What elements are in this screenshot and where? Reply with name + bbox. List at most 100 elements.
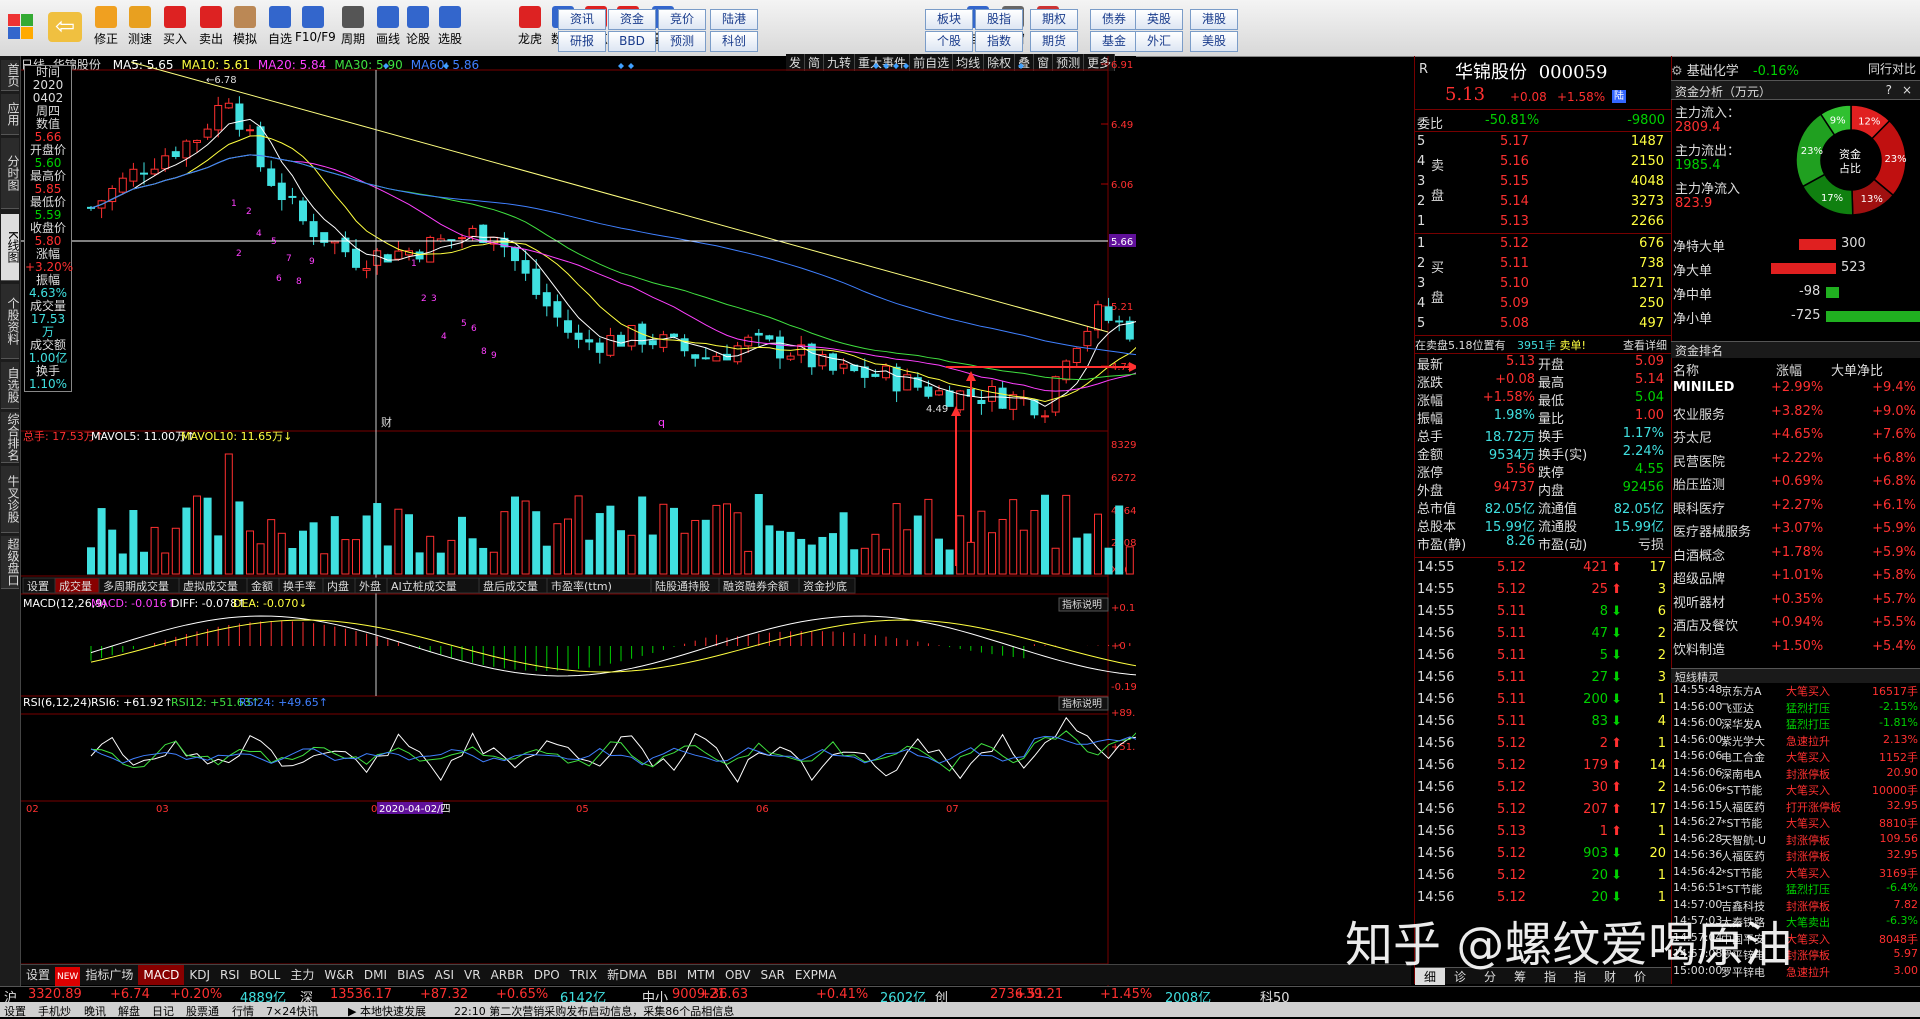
- book-row[interactable]: 1 5.12 676: [1415, 236, 1670, 255]
- short-row[interactable]: 14:56:06 深南电A 封涨停板 20.90: [1671, 766, 1920, 782]
- toolbar-button-7[interactable]: 周期: [335, 6, 371, 52]
- book-row[interactable]: 1 5.13 2266: [1415, 214, 1670, 233]
- toolbar-button-3[interactable]: 卖出: [193, 6, 229, 52]
- rank-row[interactable]: MINILED +2.99% +9.4%: [1671, 377, 1920, 399]
- short-row[interactable]: 14:56:06 电工合金 大笔买入 1152手: [1671, 749, 1920, 765]
- pending-order-row[interactable]: 在卖盘5.18位置有 3951手 卖单! 查看详细: [1415, 337, 1671, 353]
- same-industry-link[interactable]: 同行对比: [1868, 60, 1916, 77]
- rank-row[interactable]: 芬太尼 +4.65% +7.6%: [1671, 424, 1920, 446]
- grid-button-r1-8[interactable]: 英股: [1135, 9, 1183, 30]
- help-icon[interactable]: ?: [1886, 83, 1892, 97]
- toolbar-button-9[interactable]: 论股: [400, 6, 436, 52]
- toolbar-button-6[interactable]: F10/F9: [295, 6, 336, 52]
- indicator-tab-7[interactable]: 主力: [285, 965, 319, 985]
- short-row[interactable]: 14:56:27 *ST节能 大笔买入 8810手: [1671, 815, 1920, 831]
- grid-button-r1-7[interactable]: 债券: [1090, 9, 1138, 30]
- book-row[interactable]: 3 5.15 4048: [1415, 174, 1670, 193]
- left-tab-1[interactable]: 应用: [1, 94, 20, 135]
- detail-link[interactable]: 查看详细: [1623, 337, 1667, 353]
- indicator-tab-1[interactable]: NEW: [55, 967, 81, 987]
- rank-row[interactable]: 酒店及餐饮 +0.94% +5.5%: [1671, 612, 1920, 634]
- rank-row[interactable]: 饮料制造 +1.50% +5.4%: [1671, 636, 1920, 658]
- rank-row[interactable]: 超级品牌 +1.01% +5.8%: [1671, 565, 1920, 587]
- close-icon[interactable]: ×: [1902, 83, 1912, 97]
- indicator-tab-11[interactable]: ASI: [430, 965, 459, 985]
- book-row[interactable]: 3 5.10 1271: [1415, 276, 1670, 295]
- book-row[interactable]: 4 5.09 250: [1415, 296, 1670, 315]
- grid-button-r1-5[interactable]: 股指: [975, 9, 1023, 30]
- indicator-tab-14[interactable]: DPO: [529, 965, 565, 985]
- rank-row[interactable]: 农业服务 +3.82% +9.0%: [1671, 401, 1920, 423]
- toolbar-button-11[interactable]: 龙虎: [512, 6, 548, 52]
- grid-button-r1-4[interactable]: 板块: [925, 9, 973, 30]
- short-row[interactable]: 14:56:06 *ST节能 大笔买入 10000手: [1671, 782, 1920, 798]
- grid-button-r1-3[interactable]: 陆港: [710, 9, 758, 30]
- indicator-tab-12[interactable]: VR: [459, 965, 486, 985]
- grid-button-r1-2[interactable]: 竞价: [658, 9, 706, 30]
- left-tab-4[interactable]: 个股资料: [1, 284, 20, 359]
- indicator-tab-0[interactable]: 设置: [21, 965, 55, 985]
- short-row[interactable]: 14:56:15 人福医药 打开涨停板 32.95: [1671, 799, 1920, 815]
- indicator-tab-6[interactable]: BOLL: [245, 965, 286, 985]
- short-row[interactable]: 14:55:48 京东方A 大笔买入 16517手: [1671, 683, 1920, 699]
- indicator-tab-15[interactable]: TRIX: [565, 965, 602, 985]
- short-row[interactable]: 14:56:42 *ST节能 大笔买入 3169手: [1671, 865, 1920, 881]
- short-row[interactable]: 14:56:36 人福医药 封涨停板 32.95: [1671, 848, 1920, 864]
- left-tab-6[interactable]: 综合排名: [1, 412, 20, 463]
- grid-button-r2-3[interactable]: 科创: [710, 31, 758, 52]
- grid-button-r2-4[interactable]: 个股: [925, 31, 973, 52]
- back-arrow-icon[interactable]: ⇦: [48, 12, 82, 42]
- left-tab-7[interactable]: 牛叉诊股: [1, 466, 20, 533]
- indicator-tab-5[interactable]: RSI: [215, 965, 245, 985]
- indicator-tab-8[interactable]: W&R: [319, 965, 359, 985]
- grid-button-r1-6[interactable]: 期权: [1030, 9, 1078, 30]
- left-tab-5[interactable]: 自选股: [1, 362, 20, 409]
- short-row[interactable]: 14:56:00 深华发A 猛烈打压 -1.81%: [1671, 716, 1920, 732]
- grid-button-r2-7[interactable]: 基金: [1090, 31, 1138, 52]
- short-row[interactable]: 14:56:00 紫光学大 急速拉升 2.13%: [1671, 733, 1920, 749]
- toolbar-button-4[interactable]: 模拟: [227, 6, 263, 52]
- toolbar-button-2[interactable]: 买入: [157, 6, 193, 52]
- toolbar-button-5[interactable]: 自选: [262, 6, 298, 52]
- toolbar-button-0[interactable]: 修正: [88, 6, 124, 52]
- left-tab-0[interactable]: 首页: [1, 60, 20, 91]
- toolbar-button-1[interactable]: 测速: [122, 6, 158, 52]
- grid-button-r2-2[interactable]: 预测: [658, 31, 706, 52]
- rank-row[interactable]: 民营医院 +2.22% +6.8%: [1671, 448, 1920, 470]
- indicator-tab-17[interactable]: BBI: [652, 965, 682, 985]
- grid-button-r1-1[interactable]: 资金: [608, 9, 656, 30]
- left-tab-2[interactable]: 分时图: [1, 138, 20, 209]
- grid-button-r2-0[interactable]: 研报: [558, 31, 606, 52]
- indicator-tab-13[interactable]: ARBR: [486, 965, 529, 985]
- grid-button-r2-9[interactable]: 美股: [1190, 31, 1238, 52]
- rank-row[interactable]: 白酒概念 +1.78% +5.9%: [1671, 542, 1920, 564]
- indicator-tab-9[interactable]: DMI: [359, 965, 392, 985]
- grid-button-r1-0[interactable]: 资讯: [558, 9, 606, 30]
- short-row[interactable]: 14:56:00 飞亚达 猛烈打压 -2.15%: [1671, 700, 1920, 716]
- kline-plot[interactable]: 6.916.496.065.665.214.79←6.784.49财q12245…: [21, 56, 1136, 986]
- indicator-tab-21[interactable]: EXPMA: [790, 965, 842, 985]
- grid-button-r2-8[interactable]: 外汇: [1135, 31, 1183, 52]
- book-row[interactable]: 5 5.17 1487: [1415, 134, 1670, 153]
- rank-row[interactable]: 医疗器械服务 +3.07% +5.9%: [1671, 518, 1920, 540]
- toolbar-button-10[interactable]: 选股: [432, 6, 468, 52]
- short-row[interactable]: 14:56:51 *ST节能 猛烈打压 -6.4%: [1671, 881, 1920, 897]
- indicator-tab-10[interactable]: BIAS: [392, 965, 430, 985]
- rank-row[interactable]: 视听器材 +0.35% +5.7%: [1671, 589, 1920, 611]
- grid-button-r2-1[interactable]: BBD: [608, 31, 656, 52]
- rank-row[interactable]: 眼科医疗 +2.27% +6.1%: [1671, 495, 1920, 517]
- book-row[interactable]: 2 5.14 3273: [1415, 194, 1670, 213]
- indicator-tab-20[interactable]: SAR: [755, 965, 789, 985]
- book-row[interactable]: 4 5.16 2150: [1415, 154, 1670, 173]
- left-tab-8[interactable]: 超级盘口: [1, 536, 20, 589]
- indicator-tab-3[interactable]: MACD: [138, 965, 185, 985]
- short-row[interactable]: 14:56:28 天智航-U 封涨停板 109.56: [1671, 832, 1920, 848]
- sector-row[interactable]: ⚙ 基础化学 -0.16% 同行对比: [1671, 60, 1920, 79]
- book-row[interactable]: 2 5.11 738: [1415, 256, 1670, 275]
- indicator-tab-4[interactable]: KDJ: [184, 965, 215, 985]
- left-tab-3[interactable]: K线图: [1, 214, 20, 281]
- grid-button-r2-6[interactable]: 期货: [1030, 31, 1078, 52]
- indicator-tab-18[interactable]: MTM: [682, 965, 720, 985]
- rank-row[interactable]: 胎压监测 +0.69% +6.8%: [1671, 471, 1920, 493]
- indicator-tab-16[interactable]: 新DMA: [602, 965, 652, 985]
